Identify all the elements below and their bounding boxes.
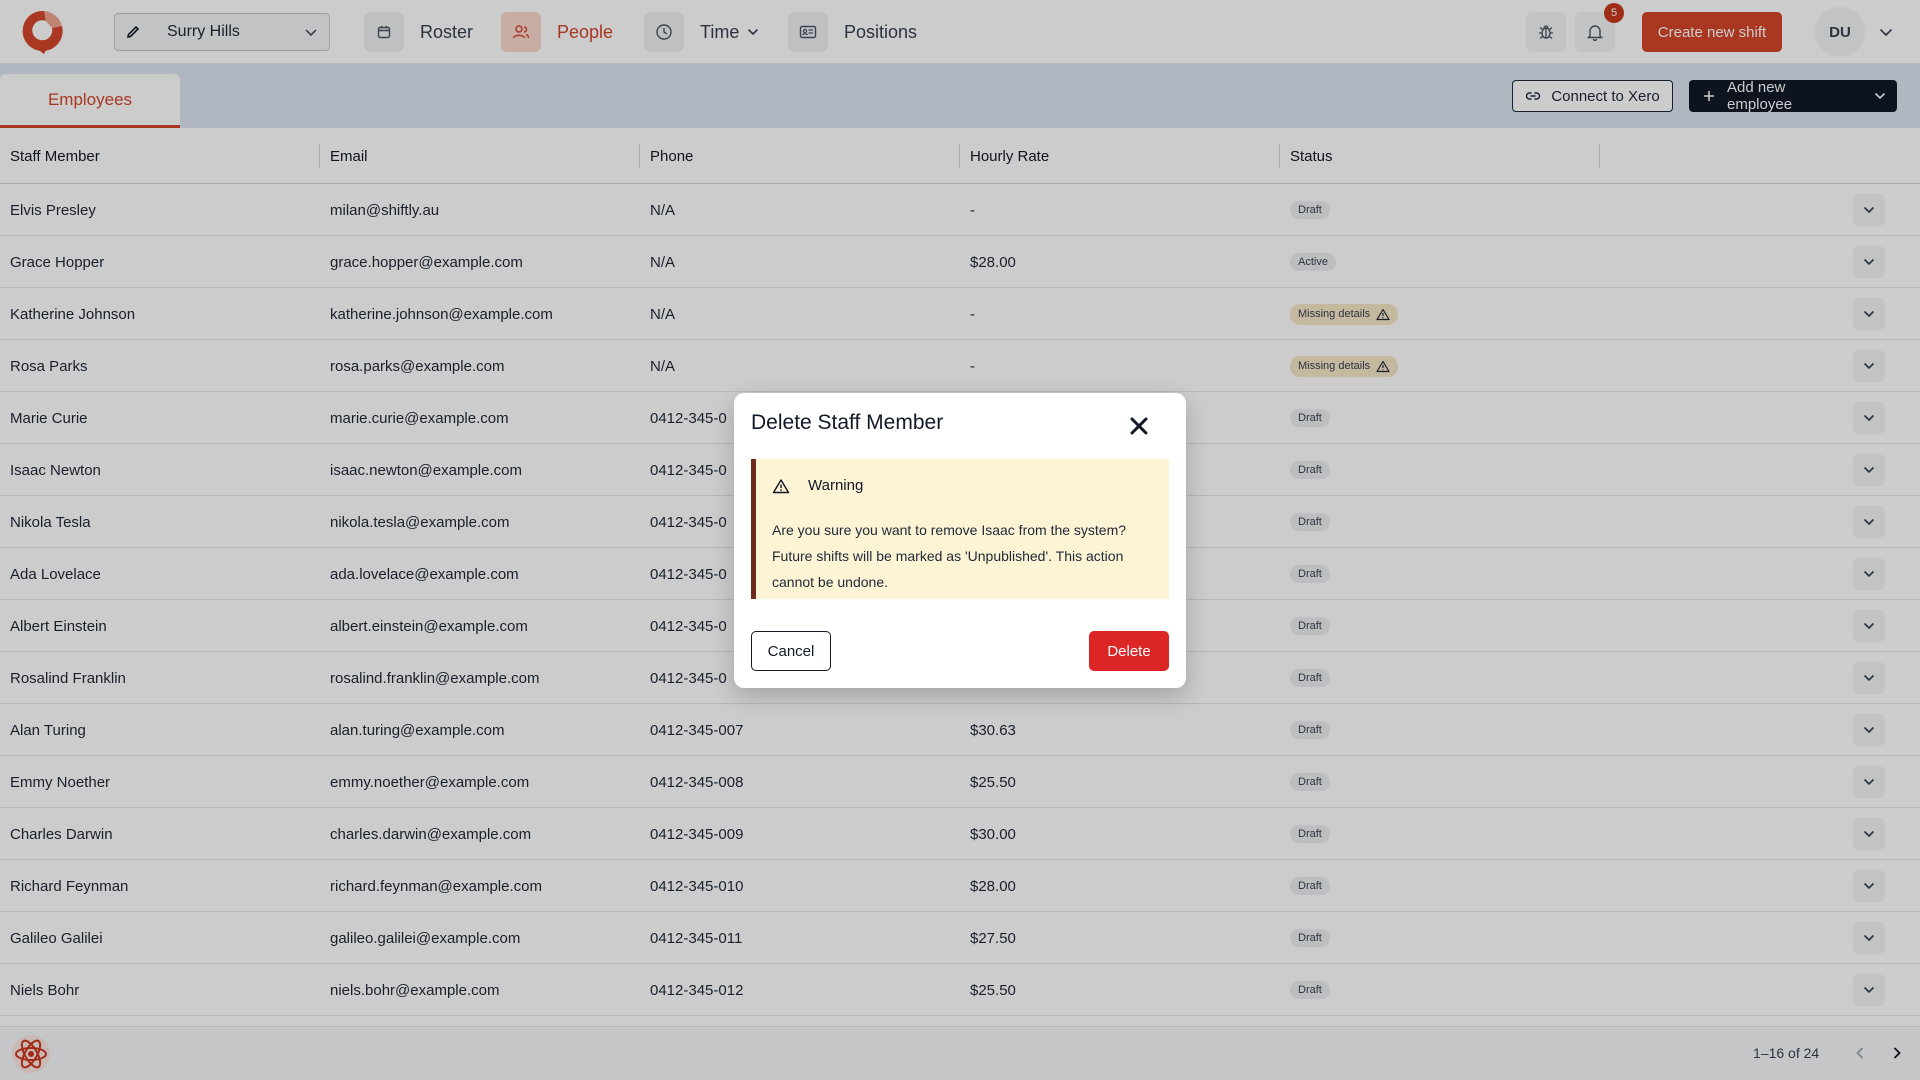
delete-button[interactable]: Delete [1089,631,1169,671]
cancel-button[interactable]: Cancel [751,631,831,671]
warning-heading: Warning [772,477,863,494]
delete-staff-member-dialog: Delete Staff Member Warning Are you sure… [734,393,1186,688]
close-icon[interactable] [1122,409,1156,443]
warning-title: Warning [808,477,864,494]
warning-callout: Warning Are you sure you want to remove … [751,459,1169,599]
warning-message: Are you sure you want to remove Isaac fr… [772,522,1127,590]
dialog-title: Delete Staff Member [751,411,944,434]
warning-triangle-icon [772,478,790,494]
